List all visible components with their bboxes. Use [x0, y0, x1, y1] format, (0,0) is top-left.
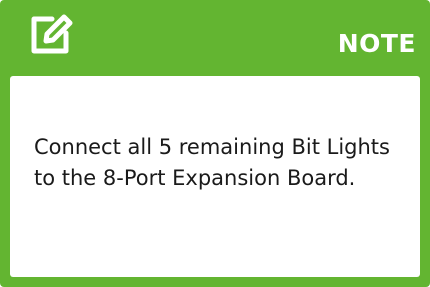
note-header: NOTE	[10, 0, 420, 76]
edit-note-icon	[26, 11, 74, 59]
note-text: Connect all 5 remaining Bit Lights to th…	[34, 135, 390, 190]
note-title: NOTE	[337, 29, 416, 58]
note-card: NOTE Connect all 5 remaining Bit Lights …	[0, 0, 430, 287]
note-body: Connect all 5 remaining Bit Lights to th…	[10, 76, 420, 277]
